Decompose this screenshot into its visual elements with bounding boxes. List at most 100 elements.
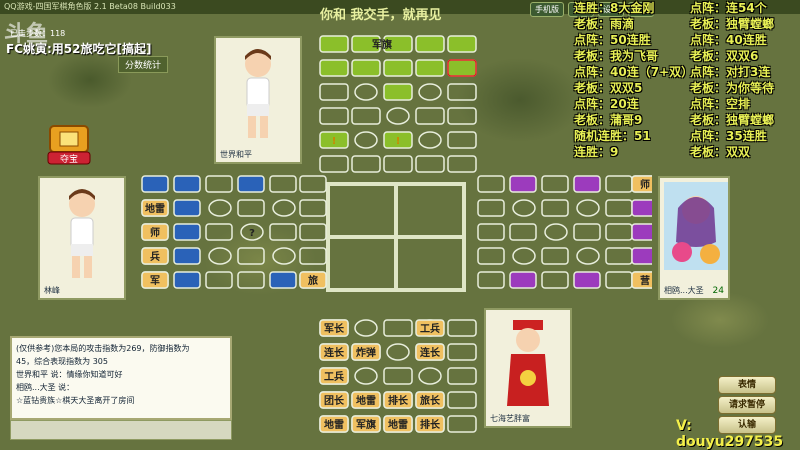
board-slot[interactable]: [477, 175, 505, 193]
purple-piece[interactable]: [509, 271, 537, 289]
green-piece[interactable]: [319, 35, 349, 53]
board-slot[interactable]: [541, 199, 569, 217]
purple-piece[interactable]: [631, 223, 652, 241]
board-slot[interactable]: [319, 107, 349, 125]
board-slot[interactable]: [383, 319, 413, 337]
board-slot[interactable]: [605, 271, 633, 289]
blue-piece[interactable]: [173, 175, 201, 193]
piece-label: 炸弹: [356, 346, 376, 359]
board-slot[interactable]: [447, 155, 477, 173]
board-slot[interactable]: [477, 223, 505, 241]
green-piece[interactable]: [447, 59, 477, 77]
board-slot[interactable]: [351, 155, 381, 173]
green-piece[interactable]: [383, 59, 413, 77]
camp-slot[interactable]: [576, 199, 600, 217]
board-slot[interactable]: [383, 155, 413, 173]
board-slot[interactable]: [509, 223, 537, 241]
board-slot[interactable]: [205, 223, 233, 241]
camp-slot[interactable]: [418, 83, 442, 101]
board-slot[interactable]: [319, 83, 349, 101]
blue-piece[interactable]: [173, 199, 201, 217]
board-slot[interactable]: [299, 199, 327, 217]
board-slot[interactable]: [447, 415, 477, 433]
chat-log[interactable]: (仅供参考)您本局的攻击指数为269，防御指数为 45，综合表现指数为 305 …: [10, 336, 232, 420]
board-slot[interactable]: [447, 367, 477, 385]
camp-slot[interactable]: [208, 247, 232, 265]
chat-input-bar[interactable]: [10, 420, 232, 440]
blue-piece[interactable]: [237, 175, 265, 193]
green-piece[interactable]: [351, 59, 381, 77]
blue-piece[interactable]: [269, 271, 297, 289]
board-slot[interactable]: [541, 175, 569, 193]
purple-piece[interactable]: [631, 247, 652, 265]
camp-slot[interactable]: [512, 199, 536, 217]
green-piece[interactable]: [447, 35, 477, 53]
board-slot[interactable]: [269, 175, 297, 193]
board-slot[interactable]: [299, 247, 327, 265]
board-slot[interactable]: [319, 155, 349, 173]
green-piece[interactable]: [383, 83, 413, 101]
camp-slot[interactable]: [272, 199, 296, 217]
board-slot[interactable]: [477, 199, 505, 217]
camp-slot[interactable]: [418, 131, 442, 149]
board-slot[interactable]: [383, 367, 413, 385]
board-slot[interactable]: [605, 247, 633, 265]
purple-piece[interactable]: [573, 271, 601, 289]
board-slot[interactable]: [415, 155, 445, 173]
camp-slot[interactable]: [544, 223, 568, 241]
blue-piece[interactable]: [141, 175, 169, 193]
pause-button[interactable]: 请求暂停: [718, 396, 776, 414]
board-slot[interactable]: [237, 199, 265, 217]
emote-button[interactable]: 表情: [718, 376, 776, 394]
board-slot[interactable]: [477, 271, 505, 289]
board-slot[interactable]: [477, 247, 505, 265]
board-slot[interactable]: [269, 223, 297, 241]
board-slot[interactable]: [415, 107, 445, 125]
piece-label: 地雷: [145, 202, 165, 215]
camp-slot[interactable]: [576, 247, 600, 265]
board-slot[interactable]: [605, 223, 633, 241]
board-slot[interactable]: [605, 199, 633, 217]
treasure-chest-icon[interactable]: 夺宝: [44, 118, 94, 166]
blue-piece[interactable]: [173, 271, 201, 289]
camp-slot[interactable]: [354, 83, 378, 101]
chat-line: (仅供参考)您本局的攻击指数为269，防御指数为: [16, 344, 190, 353]
camp-slot[interactable]: [418, 367, 442, 385]
blue-piece[interactable]: [173, 247, 201, 265]
green-piece[interactable]: [415, 35, 445, 53]
green-piece[interactable]: [319, 59, 349, 77]
board-slot[interactable]: [447, 391, 477, 409]
camp-slot[interactable]: [354, 319, 378, 337]
board-slot[interactable]: [541, 271, 569, 289]
board-slot[interactable]: [299, 223, 327, 241]
camp-slot[interactable]: [272, 247, 296, 265]
camp-slot[interactable]: [512, 247, 536, 265]
board-slot[interactable]: [237, 247, 265, 265]
tab-mobile[interactable]: 手机版: [530, 2, 564, 17]
board-slot[interactable]: [573, 223, 601, 241]
purple-piece[interactable]: [631, 199, 652, 217]
board-slot[interactable]: [205, 271, 233, 289]
green-piece[interactable]: [415, 59, 445, 77]
camp-slot[interactable]: [208, 199, 232, 217]
camp-slot[interactable]: [386, 343, 410, 361]
camp-slot[interactable]: [354, 131, 378, 149]
board-slot[interactable]: [541, 247, 569, 265]
board-slot[interactable]: [299, 175, 327, 193]
board-slot[interactable]: [237, 271, 265, 289]
blue-piece[interactable]: [173, 223, 201, 241]
board-slot[interactable]: [205, 175, 233, 193]
player-right[interactable]: 相鸥...大圣 24: [658, 176, 730, 300]
camp-slot[interactable]: [386, 107, 410, 125]
board-slot[interactable]: [447, 343, 477, 361]
board-slot[interactable]: [447, 319, 477, 337]
camp-slot[interactable]: [354, 367, 378, 385]
board-slot[interactable]: [351, 107, 381, 125]
board-slot[interactable]: [605, 175, 633, 193]
board-slot[interactable]: [447, 131, 477, 149]
player-left[interactable]: 林峰: [38, 176, 126, 300]
board-slot[interactable]: [447, 83, 477, 101]
purple-piece[interactable]: [509, 175, 537, 193]
purple-piece[interactable]: [573, 175, 601, 193]
board-slot[interactable]: [447, 107, 477, 125]
